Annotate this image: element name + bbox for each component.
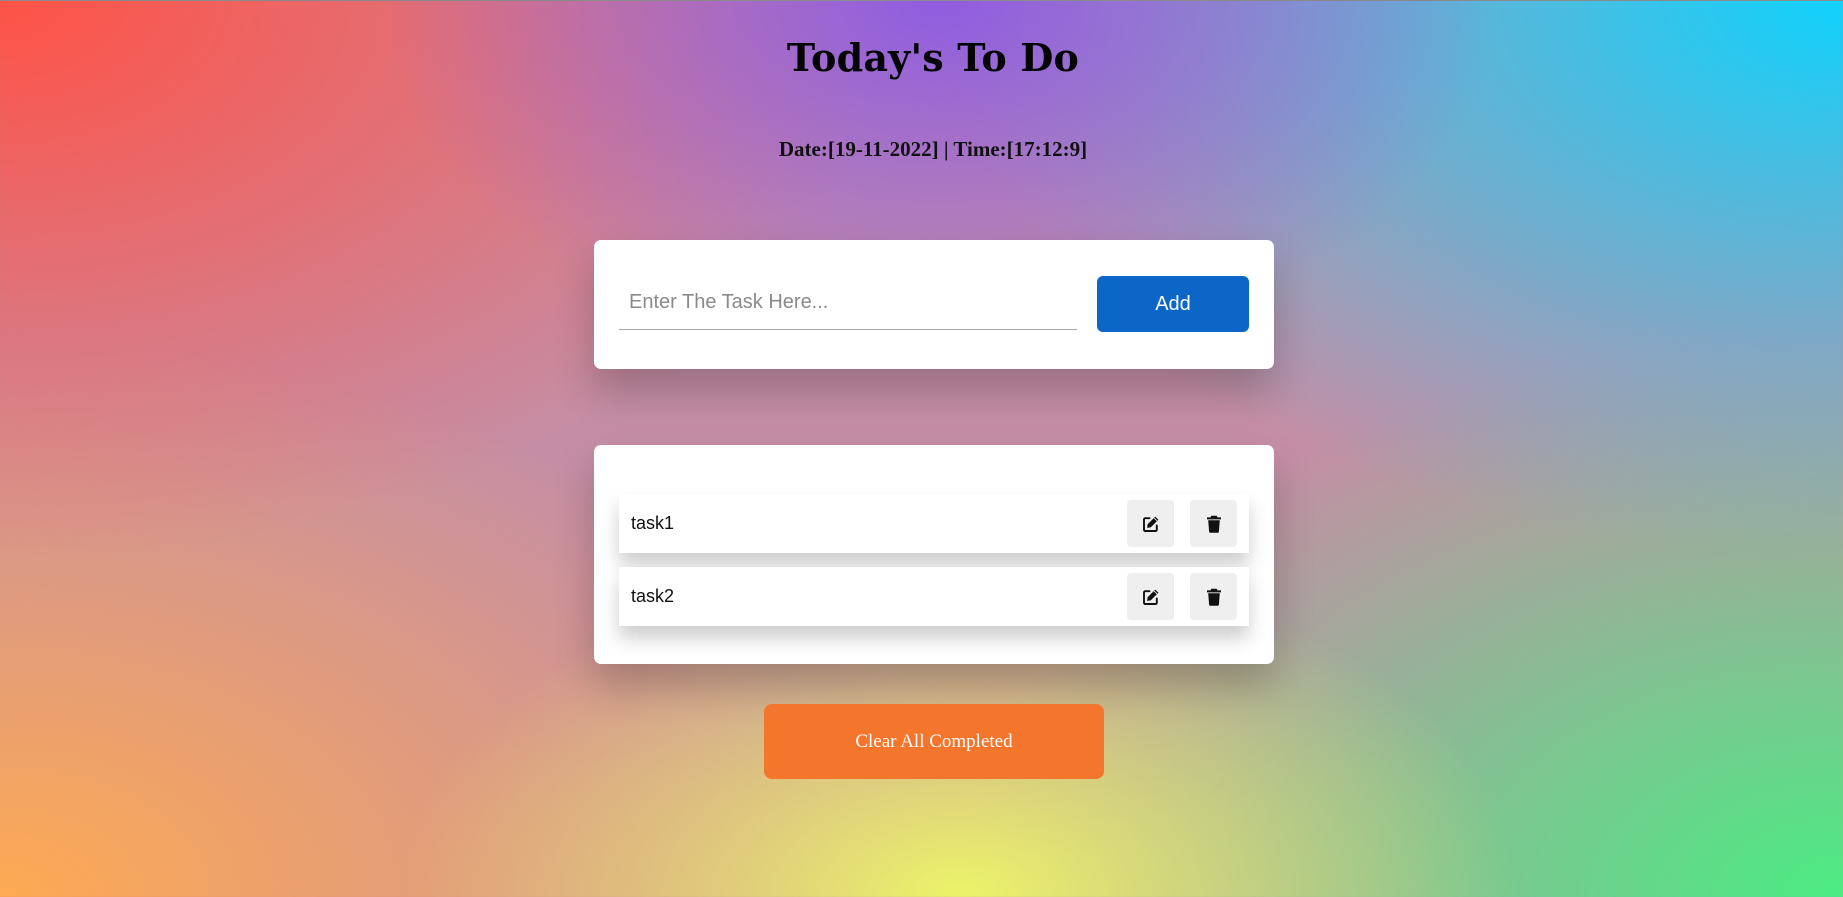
add-button[interactable]: Add — [1097, 276, 1249, 332]
task-label: task1 — [631, 513, 675, 533]
task-input[interactable] — [619, 275, 1077, 330]
edit-task-button[interactable] — [1127, 500, 1174, 547]
task-list-card: task1 task2 — [594, 445, 1274, 664]
delete-task-button[interactable] — [1190, 573, 1237, 620]
date-time-display: Date:[19-11-2022] | Time:[17:12:9] — [778, 137, 1088, 161]
delete-task-button[interactable] — [1190, 500, 1237, 547]
trash-icon — [1206, 588, 1222, 606]
task-label: task2 — [631, 586, 675, 606]
trash-icon — [1206, 515, 1222, 533]
task-item: task1 — [619, 494, 1249, 553]
task-item: task2 — [619, 567, 1249, 626]
clear-all-completed-button[interactable]: Clear All Completed — [764, 704, 1104, 779]
task-input-card: Add — [594, 240, 1274, 369]
edit-icon — [1142, 588, 1160, 606]
edit-task-button[interactable] — [1127, 573, 1174, 620]
edit-icon — [1142, 515, 1160, 533]
page-title: Today's To Do — [786, 35, 1080, 80]
